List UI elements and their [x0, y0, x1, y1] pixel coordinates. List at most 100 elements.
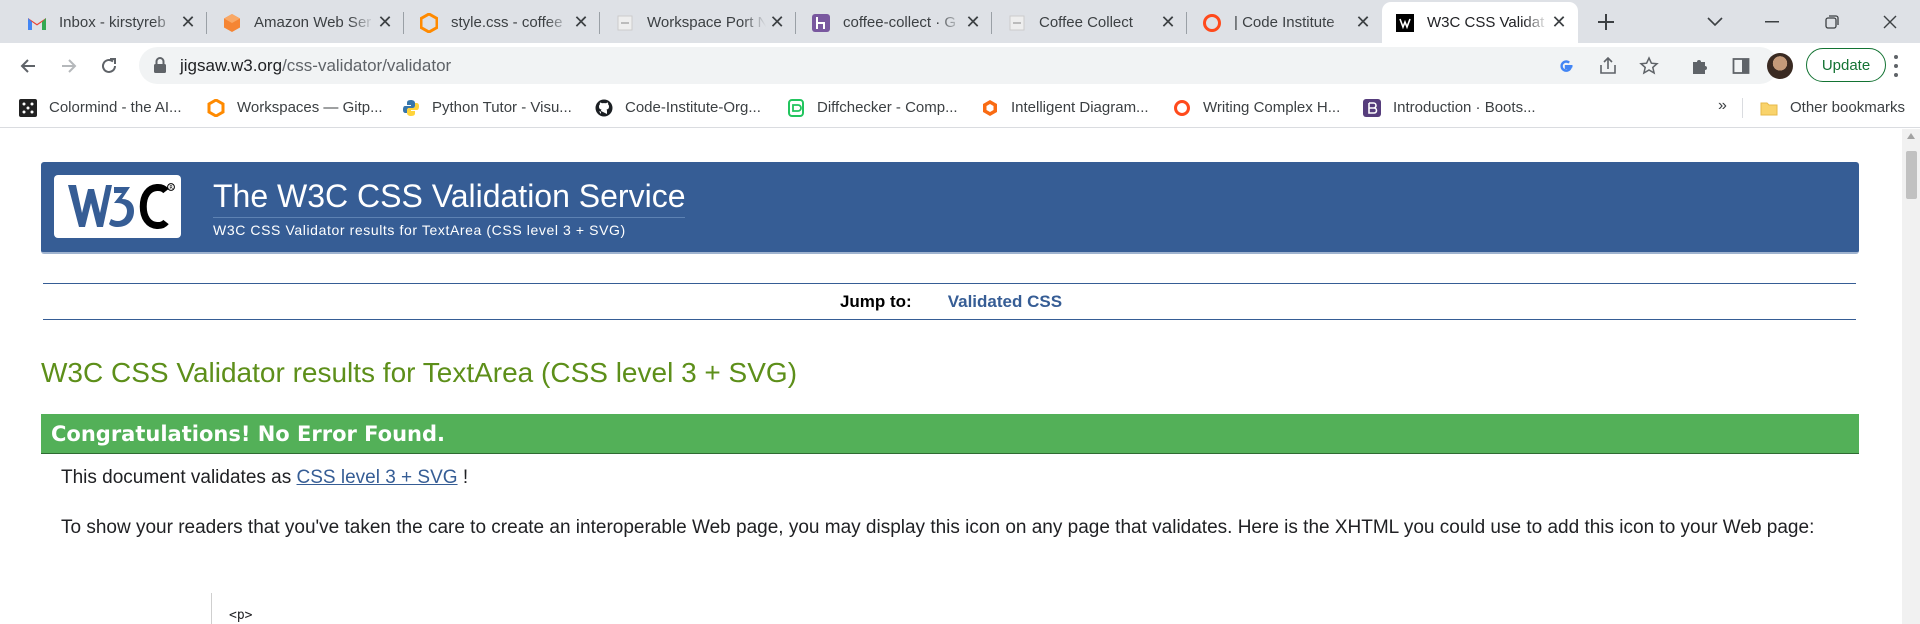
code-institute-icon — [1173, 99, 1191, 117]
folder-icon — [1760, 99, 1778, 117]
close-icon[interactable]: ✕ — [1548, 12, 1570, 34]
reload-button[interactable] — [94, 51, 124, 81]
bootstrap-icon — [1363, 98, 1381, 117]
tab-workspace-port[interactable]: Workspace Port N ✕ — [602, 2, 796, 43]
close-window-button[interactable] — [1860, 0, 1920, 43]
validates-prefix: This document validates as — [61, 467, 297, 488]
tab-title: Amazon Web Ser — [254, 14, 372, 31]
tab-w3c-validator[interactable]: W3C CSS Validat ✕ — [1382, 2, 1578, 43]
menu-icon[interactable] — [1893, 55, 1899, 77]
css-level-link[interactable]: CSS level 3 + SVG — [297, 467, 458, 488]
side-panel-icon — [1732, 58, 1750, 74]
page-content: R The W3C CSS Validation Service W3C CSS… — [0, 129, 1902, 624]
banner-subtitle: W3C CSS Validator results for TextArea (… — [213, 222, 626, 238]
puzzle-icon — [1693, 60, 1707, 74]
scroll-up-arrow-icon[interactable] — [1907, 133, 1915, 139]
diffchecker-icon — [787, 98, 805, 117]
validated-css-link[interactable]: Validated CSS — [948, 292, 1062, 311]
tab-separator — [599, 12, 600, 34]
close-icon[interactable]: ✕ — [1157, 12, 1179, 34]
tab-gitpod[interactable]: style.css - coffee ✕ — [406, 2, 600, 43]
close-icon — [1883, 15, 1897, 28]
bookmarks-bar: Colormind - the AI... Workspaces — Gitp.… — [0, 88, 1920, 128]
jump-nav: Jump to: Validated CSS — [0, 292, 1902, 312]
tab-title: Inbox - kirstyreb — [59, 14, 166, 31]
code-line: <p> — [229, 608, 253, 623]
minimize-icon — [1765, 20, 1779, 22]
tab-search-button[interactable] — [1685, 0, 1745, 43]
bookmark-gitpod[interactable]: Workspaces — Gitp... — [207, 88, 383, 127]
tab-separator — [403, 12, 404, 34]
tab-separator — [991, 12, 992, 34]
extensions-button[interactable] — [1685, 51, 1715, 81]
tab-code-institute[interactable]: | Code Institute ✕ — [1189, 2, 1382, 43]
heroku-icon — [810, 12, 832, 34]
close-icon[interactable]: ✕ — [962, 12, 984, 34]
bookmark-github[interactable]: Code-Institute-Org... — [595, 88, 761, 127]
results-heading: W3C CSS Validator results for TextArea (… — [41, 357, 798, 388]
browser-toolbar: jigsaw.w3.org/css-validator/validator Up… — [0, 43, 1920, 88]
update-button[interactable]: Update — [1806, 48, 1886, 82]
close-icon[interactable]: ✕ — [1352, 12, 1374, 34]
google-translate-icon[interactable] — [1556, 56, 1576, 76]
w3c-logo[interactable]: R — [54, 175, 181, 238]
bookmark-code-institute[interactable]: Writing Complex H... — [1173, 88, 1340, 127]
bookmark-python-tutor[interactable]: Python Tutor - Visu... — [402, 88, 572, 127]
plus-icon — [1598, 14, 1614, 30]
success-message: Congratulations! No Error Found. — [51, 422, 446, 446]
tab-coffee-collect[interactable]: Coffee Collect ✕ — [994, 2, 1187, 43]
share-icon[interactable] — [1598, 56, 1618, 76]
blank-page-icon — [1006, 12, 1028, 34]
code-snippet: <p> — [211, 593, 1851, 624]
readers-paragraph: To show your readers that you've taken t… — [61, 517, 1815, 538]
tab-heroku[interactable]: coffee-collect · G ✕ — [798, 2, 992, 43]
forward-button[interactable] — [54, 51, 84, 81]
close-icon[interactable]: ✕ — [374, 12, 396, 34]
url-domain: jigsaw.w3.org — [180, 56, 283, 75]
tab-aws[interactable]: Amazon Web Ser ✕ — [209, 2, 404, 43]
gitpod-icon — [207, 98, 225, 117]
page-scrollbar[interactable] — [1902, 129, 1920, 624]
bookmark-bootstrap[interactable]: Introduction · Boots... — [1363, 88, 1536, 127]
blank-page-icon — [614, 12, 636, 34]
close-icon[interactable]: ✕ — [766, 12, 788, 34]
tab-separator — [1186, 12, 1187, 34]
scrollbar-thumb[interactable] — [1906, 151, 1917, 199]
back-button[interactable] — [13, 51, 43, 81]
arrow-left-icon — [20, 59, 35, 73]
restore-button[interactable] — [1802, 0, 1862, 43]
close-icon[interactable]: ✕ — [570, 12, 592, 34]
bookmark-label: Other bookmarks — [1790, 99, 1906, 116]
restore-icon — [1825, 14, 1839, 29]
bookmark-label: Diffchecker - Comp... — [817, 99, 958, 116]
bookmark-diffchecker[interactable]: Diffchecker - Comp... — [787, 88, 958, 127]
tab-separator — [795, 12, 796, 34]
validates-line: This document validates as CSS level 3 +… — [61, 467, 468, 489]
bookmark-lucidchart[interactable]: Intelligent Diagram... — [981, 88, 1149, 127]
address-bar[interactable]: jigsaw.w3.org/css-validator/validator — [139, 47, 1778, 84]
bookmark-label: Introduction · Boots... — [1393, 99, 1536, 116]
more-bookmarks-chevron-icon[interactable]: » — [1718, 97, 1727, 115]
profile-avatar[interactable] — [1767, 53, 1793, 79]
tab-title: Coffee Collect — [1039, 14, 1133, 31]
chevron-down-icon — [1707, 16, 1723, 26]
other-bookmarks[interactable]: Other bookmarks — [1760, 88, 1905, 127]
arrow-right-icon — [62, 59, 77, 73]
divider — [43, 283, 1856, 284]
tab-gmail[interactable]: Inbox - kirstyreb ✕ — [14, 2, 207, 43]
success-banner: Congratulations! No Error Found. — [41, 414, 1859, 454]
bookmark-colormind[interactable]: Colormind - the AI... — [19, 88, 182, 127]
url-text: jigsaw.w3.org/css-validator/validator — [180, 56, 451, 76]
side-panel-button[interactable] — [1726, 51, 1756, 81]
minimize-button[interactable] — [1742, 0, 1802, 43]
new-tab-button[interactable] — [1590, 6, 1622, 38]
tab-title: coffee-collect · G — [843, 14, 957, 31]
bookmark-label: Intelligent Diagram... — [1011, 99, 1149, 116]
jump-label: Jump to: — [839, 292, 912, 311]
lock-icon[interactable] — [153, 56, 167, 79]
github-icon — [595, 99, 613, 117]
star-icon[interactable] — [1639, 56, 1659, 76]
bookmarks-divider — [1742, 98, 1743, 118]
gmail-icon — [26, 12, 48, 34]
close-icon[interactable]: ✕ — [177, 12, 199, 34]
